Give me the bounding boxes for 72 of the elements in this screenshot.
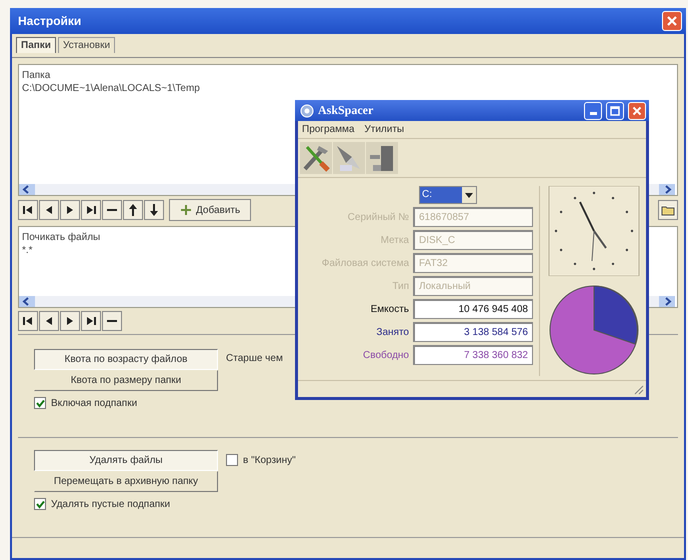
quota-toggle-button[interactable]: Квота по размеру папки	[34, 370, 218, 391]
folder-button[interactable]	[658, 200, 678, 220]
down-button[interactable]	[144, 200, 164, 220]
close-icon	[666, 15, 678, 27]
field-value: FAT32	[413, 253, 533, 273]
field-value: Локальный	[413, 276, 533, 296]
quota-toggle-button[interactable]: Квота по возрасту файлов	[34, 349, 218, 370]
dropdown-arrow-icon	[465, 192, 473, 198]
action-toggle-button[interactable]: Перемещать в архивную папку	[34, 471, 218, 492]
first-button[interactable]	[18, 311, 38, 331]
drive-dropdown[interactable]: C:	[419, 186, 477, 204]
close-icon	[632, 106, 642, 116]
close-button[interactable]	[628, 102, 646, 120]
down-icon	[148, 204, 160, 216]
minimize-button[interactable]	[584, 102, 602, 120]
minimize-icon	[590, 112, 596, 115]
field-value: 7 338 360 832	[413, 345, 533, 365]
scroll-right-icon[interactable]	[659, 296, 675, 307]
check-icon	[36, 500, 44, 508]
window-title: AskSpacer	[318, 103, 374, 118]
menu-item[interactable]: Утилиты	[364, 124, 404, 135]
action-toggle-button[interactable]: Удалять файлы	[34, 450, 218, 471]
up-icon	[127, 204, 139, 216]
add-button[interactable]: Добавить	[169, 199, 252, 221]
folder-icon	[661, 204, 675, 216]
maximize-icon	[610, 106, 620, 116]
recycle-bin-checkbox[interactable]: в "Корзину"	[226, 450, 296, 466]
prev-button[interactable]	[39, 200, 59, 220]
minus-button[interactable]	[102, 311, 122, 331]
field-value: 618670857	[413, 207, 533, 227]
close-button[interactable]	[662, 11, 682, 31]
last-icon	[85, 315, 97, 327]
older-than-label: Старше чем	[226, 352, 283, 364]
next-button[interactable]	[60, 311, 80, 331]
minus-button[interactable]	[102, 200, 122, 220]
next-button[interactable]	[60, 200, 80, 220]
field-value: DISK_C	[413, 230, 533, 250]
scroll-left-icon[interactable]	[19, 184, 35, 195]
tab[interactable]: Папки	[16, 37, 56, 53]
include-subfolders-checkbox[interactable]: Включая подпапки	[34, 397, 662, 409]
first-button[interactable]	[18, 200, 38, 220]
first-icon	[22, 315, 34, 327]
first-icon	[22, 204, 34, 216]
tab[interactable]: Установки	[58, 37, 116, 53]
last-button[interactable]	[81, 311, 101, 331]
check-icon	[36, 398, 44, 408]
field-label: Занято	[375, 326, 409, 338]
plus-icon	[180, 204, 192, 216]
column-header: Папка	[22, 69, 50, 82]
cleanup-button[interactable]	[333, 142, 365, 174]
menu-item[interactable]: Программа	[302, 124, 354, 135]
prev-button[interactable]	[39, 311, 59, 331]
field-label: Свободно	[362, 350, 409, 360]
field-value: 3 138 584 576	[413, 322, 533, 342]
field-value: 10 476 945 408	[413, 299, 533, 319]
tools-button[interactable]	[300, 142, 332, 174]
delete-empty-checkbox[interactable]: Удалять пустые подпапки	[34, 498, 662, 510]
up-button[interactable]	[123, 200, 143, 220]
exit-button[interactable]	[366, 142, 398, 174]
list-item[interactable]: *.*	[22, 244, 33, 257]
resize-grip-icon[interactable]	[634, 385, 644, 395]
last-button[interactable]	[81, 200, 101, 220]
column-header: Почикать файлы	[22, 231, 100, 244]
app-icon	[300, 104, 314, 118]
maximize-button[interactable]	[606, 102, 624, 120]
list-item[interactable]: C:\DOCUME~1\Alena\LOCALS~1\Temp	[22, 82, 200, 95]
field-label: Емкость	[370, 304, 409, 314]
window-title: Настройки	[18, 14, 82, 28]
scroll-right-icon[interactable]	[659, 184, 675, 195]
tools-icon	[301, 143, 331, 173]
scroll-left-icon[interactable]	[19, 296, 35, 307]
last-icon	[85, 204, 97, 216]
